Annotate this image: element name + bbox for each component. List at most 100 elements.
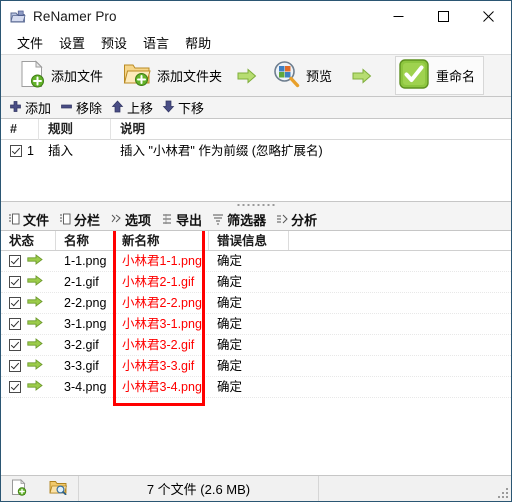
row-status bbox=[1, 251, 56, 271]
row-status bbox=[1, 314, 56, 334]
tab-files[interactable]: 文件 bbox=[5, 210, 56, 229]
table-row[interactable]: 3-3.gif 小林君3-3.gif 确定 bbox=[1, 356, 511, 377]
menu-settings[interactable]: 设置 bbox=[51, 31, 93, 55]
table-row[interactable]: 2-1.gif 小林君2-1.gif 确定 bbox=[1, 272, 511, 293]
file-list-header: 状态 名称 新名称 错误信息 bbox=[1, 231, 511, 251]
title-bar: ReNamer Pro bbox=[1, 1, 511, 32]
row-old-name: 3-2.gif bbox=[64, 338, 99, 352]
rules-row[interactable]: 1 插入 插入 "小林君" 作为前缀 (忽略扩展名) bbox=[1, 140, 511, 162]
maximize-button[interactable] bbox=[421, 1, 466, 32]
rule-enabled-checkbox[interactable] bbox=[10, 145, 22, 157]
green-check-icon bbox=[399, 59, 429, 92]
table-row[interactable]: 1-1.png 小林君1-1.png 确定 bbox=[1, 251, 511, 272]
add-file-small-icon[interactable] bbox=[11, 478, 27, 499]
list-file-icon bbox=[8, 213, 20, 227]
rule-move-up-button[interactable]: 上移 bbox=[109, 98, 160, 117]
row-status bbox=[1, 335, 56, 355]
rules-col-index: # bbox=[1, 119, 39, 140]
row-checkbox[interactable] bbox=[9, 255, 21, 267]
add-files-label: 添加文件 bbox=[51, 69, 104, 84]
green-arrow-icon bbox=[27, 377, 43, 397]
rename-button[interactable]: 重命名 bbox=[395, 56, 485, 95]
folder-search-small-icon[interactable] bbox=[49, 479, 68, 498]
row-old-name: 3-3.gif bbox=[64, 359, 99, 373]
add-folder-icon bbox=[123, 61, 151, 90]
splitter-grip bbox=[237, 204, 275, 206]
tab-columns-label: 分栏 bbox=[74, 213, 101, 228]
rule-add-button[interactable]: 添加 bbox=[7, 98, 58, 117]
table-row[interactable]: 3-4.png 小林君3-4.png 确定 bbox=[1, 377, 511, 398]
col-new-name[interactable]: 新名称 bbox=[114, 231, 209, 250]
table-row[interactable]: 2-2.png 小林君2-2.png 确定 bbox=[1, 293, 511, 314]
export-icon bbox=[161, 213, 173, 227]
row-error: 确定 bbox=[217, 254, 243, 268]
rule-description: 插入 "小林君" 作为前缀 (忽略扩展名) bbox=[120, 144, 323, 158]
row-checkbox[interactable] bbox=[9, 339, 21, 351]
col-filler bbox=[289, 231, 511, 250]
menu-language[interactable]: 语言 bbox=[135, 31, 177, 55]
resize-grip[interactable] bbox=[498, 488, 508, 498]
green-arrow-icon bbox=[27, 293, 43, 313]
row-new-name: 小林君2-2.png bbox=[122, 296, 202, 310]
tab-analyze-label: 分析 bbox=[291, 213, 318, 228]
arrow-right-icon bbox=[237, 67, 257, 84]
row-new-name: 小林君2-1.gif bbox=[122, 275, 195, 289]
menu-presets[interactable]: 预设 bbox=[93, 31, 135, 55]
row-status bbox=[1, 377, 56, 397]
rule-move-up-label: 上移 bbox=[127, 101, 154, 116]
tab-files-label: 文件 bbox=[23, 213, 50, 228]
row-new-name: 小林君3-1.png bbox=[122, 317, 202, 331]
arrow-down-icon bbox=[162, 100, 175, 116]
row-checkbox[interactable] bbox=[9, 360, 21, 372]
analyze-icon bbox=[276, 213, 288, 227]
preview-label: 预览 bbox=[306, 69, 333, 84]
row-checkbox[interactable] bbox=[9, 318, 21, 330]
tab-analyze[interactable]: 分析 bbox=[273, 210, 324, 229]
row-new-name: 小林君3-2.gif bbox=[122, 338, 195, 352]
status-bar-icons bbox=[1, 475, 79, 501]
table-row[interactable]: 3-2.gif 小林君3-2.gif 确定 bbox=[1, 335, 511, 356]
filter-icon bbox=[212, 213, 224, 227]
row-checkbox[interactable] bbox=[9, 276, 21, 288]
arrow-right-icon-2 bbox=[352, 67, 372, 84]
menu-help[interactable]: 帮助 bbox=[177, 31, 219, 55]
green-arrow-icon bbox=[27, 314, 43, 334]
tab-columns[interactable]: 分栏 bbox=[56, 210, 107, 229]
row-status bbox=[1, 293, 56, 313]
minimize-button[interactable] bbox=[376, 1, 421, 32]
plus-icon bbox=[9, 100, 22, 116]
row-checkbox[interactable] bbox=[9, 297, 21, 309]
rules-toolbar: 添加 移除 上移 下移 bbox=[1, 97, 511, 119]
rules-col-rule: 规则 bbox=[39, 119, 111, 140]
row-old-name: 2-2.png bbox=[64, 296, 107, 310]
tab-options[interactable]: 选项 bbox=[107, 210, 158, 229]
col-name[interactable]: 名称 bbox=[56, 231, 114, 250]
folder-app-icon bbox=[10, 9, 26, 25]
panel-splitter[interactable] bbox=[1, 201, 511, 209]
close-button[interactable] bbox=[466, 1, 511, 32]
menu-file[interactable]: 文件 bbox=[9, 31, 51, 55]
window-controls bbox=[376, 1, 511, 32]
main-toolbar: 添加文件 添加文件夹 预览 重命名 bbox=[1, 54, 511, 97]
rule-remove-button[interactable]: 移除 bbox=[58, 98, 109, 117]
table-row[interactable]: 3-1.png 小林君3-1.png 确定 bbox=[1, 314, 511, 335]
row-new-name: 小林君1-1.png bbox=[122, 254, 202, 268]
status-bar-filler bbox=[319, 476, 511, 502]
rename-label: 重命名 bbox=[436, 69, 476, 84]
menu-bar: 文件 设置 预设 语言 帮助 bbox=[1, 32, 511, 54]
rule-move-down-button[interactable]: 下移 bbox=[160, 98, 211, 117]
status-summary: 7 个文件 (2.6 MB) bbox=[79, 475, 319, 501]
col-error[interactable]: 错误信息 bbox=[209, 231, 289, 250]
row-error: 确定 bbox=[217, 380, 243, 394]
add-folder-button[interactable]: 添加文件夹 bbox=[117, 59, 228, 92]
col-status[interactable]: 状态 bbox=[1, 231, 56, 250]
rules-panel: # 规则 说明 1 插入 插入 "小林君" 作为前缀 (忽略扩展名) bbox=[1, 119, 511, 201]
tab-export[interactable]: 导出 bbox=[158, 210, 209, 229]
add-files-button[interactable]: 添加文件 bbox=[13, 58, 109, 93]
tab-filter[interactable]: 筛选器 bbox=[209, 210, 273, 229]
row-checkbox[interactable] bbox=[9, 381, 21, 393]
window-title: ReNamer Pro bbox=[33, 9, 117, 24]
row-old-name: 1-1.png bbox=[64, 254, 107, 268]
preview-button[interactable]: 预览 bbox=[266, 58, 338, 93]
rules-header-row: # 规则 说明 bbox=[1, 119, 511, 140]
